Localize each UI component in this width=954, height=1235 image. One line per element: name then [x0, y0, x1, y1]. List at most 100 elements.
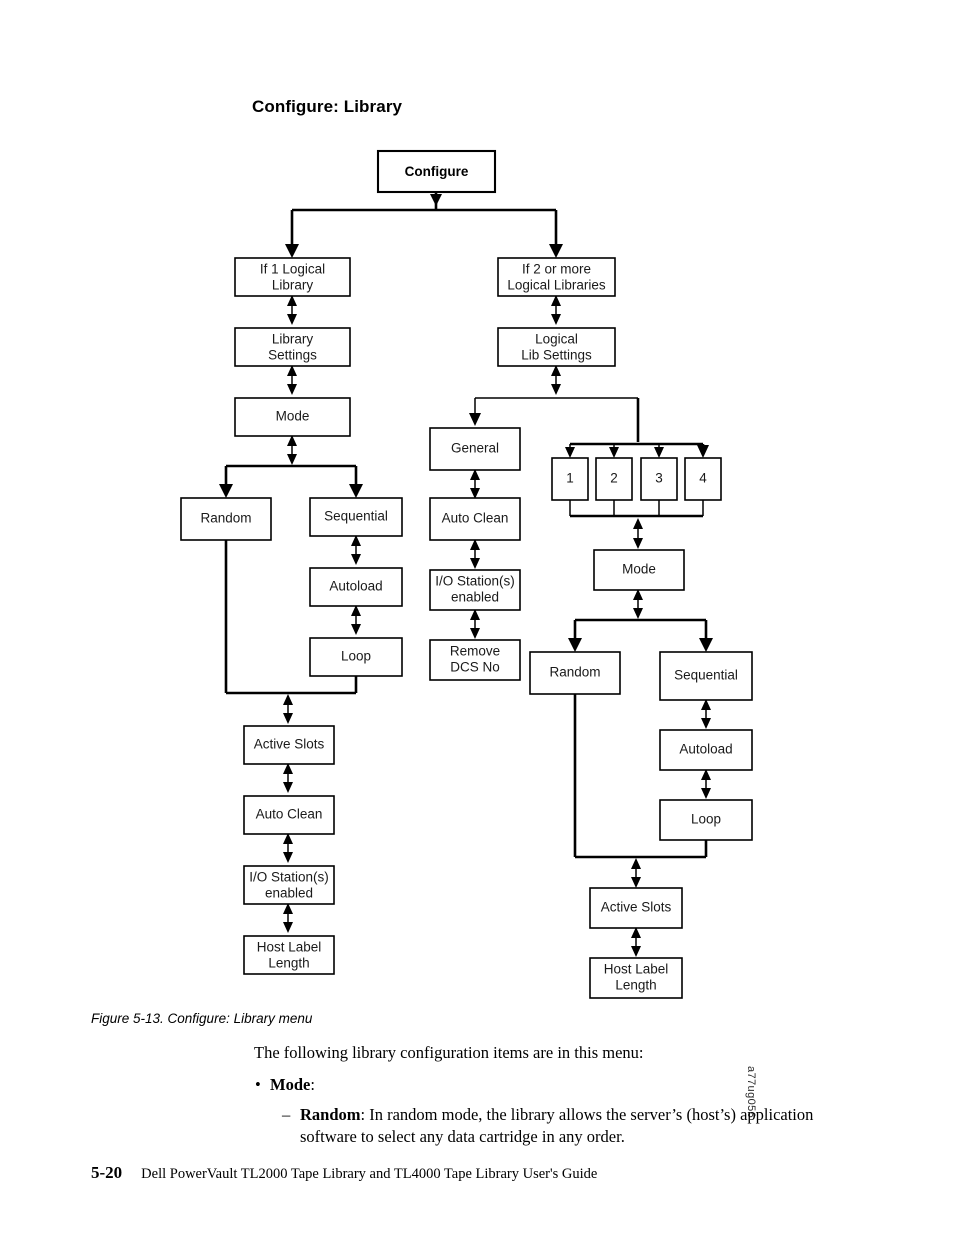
node-random-left[interactable]: Random — [180, 497, 272, 541]
arrowhead-left-1-down — [287, 314, 297, 325]
node-host-label-length-right-line1: Host Label — [604, 962, 669, 977]
arrowhead-configure-up — [430, 194, 442, 206]
node-loop-right[interactable]: Loop — [659, 799, 753, 841]
arrowhead-lib-3 — [654, 447, 664, 458]
node-mode-left[interactable]: Mode — [234, 397, 351, 437]
node-loop-left-label: Loop — [341, 649, 371, 664]
dash-marker: – — [282, 1105, 291, 1124]
node-remove-dcs-no-line2: DCS No — [450, 660, 500, 675]
node-logical-library-4[interactable]: 4 — [684, 457, 722, 501]
node-auto-clean-mid-label: Auto Clean — [442, 511, 509, 526]
figure-caption: Figure 5-13. Configure: Library menu — [91, 1011, 313, 1026]
body-intro: The following library configuration item… — [254, 1043, 644, 1062]
node-loop-right-label: Loop — [691, 812, 721, 827]
node-if-2-or-more-line2: Logical Libraries — [507, 278, 606, 293]
node-logical-library-2[interactable]: 2 — [595, 457, 633, 501]
page-footer: 5-20 Dell PowerVault TL2000 Tape Library… — [91, 1163, 597, 1183]
arrowhead-lib-2 — [609, 447, 619, 458]
arrowhead-left-active-slots-down — [283, 713, 293, 724]
node-mode-right[interactable]: Mode — [593, 549, 685, 591]
footer-document-title: Dell PowerVault TL2000 Tape Library and … — [141, 1166, 598, 1182]
node-if-2-or-more-line1: If 2 or more — [522, 262, 591, 277]
arrowhead-mid-io-down — [470, 558, 480, 569]
arrowhead-left-autoload-down — [351, 554, 361, 565]
node-remove-dcs-no-line1: Remove — [450, 644, 500, 659]
node-host-label-length-left[interactable]: Host Label Length — [243, 935, 335, 975]
node-sequential-left-label: Sequential — [324, 509, 388, 524]
list-item-mode-colon: : — [310, 1075, 315, 1094]
node-auto-clean-mid[interactable]: Auto Clean — [429, 497, 521, 541]
node-random-right-label: Random — [549, 665, 600, 680]
arrowhead-lib-4 — [697, 445, 709, 458]
arrowhead-right-sequential — [699, 638, 713, 652]
arrowhead-right-random — [568, 638, 582, 652]
list-item-random-label: Random — [300, 1105, 361, 1124]
list-item-random: – Random: In random mode, the library al… — [254, 1104, 874, 1148]
node-random-left-label: Random — [200, 511, 251, 526]
node-logical-library-3[interactable]: 3 — [640, 457, 678, 501]
bullet-marker: • — [255, 1075, 261, 1094]
arrowhead-right-merge-up — [631, 858, 641, 869]
list-item-mode-label: Mode — [270, 1075, 311, 1094]
arrowhead-right-host-down — [631, 946, 641, 957]
node-configure[interactable]: Configure — [376, 149, 497, 194]
node-io-station-mid[interactable]: I/O Station(s) enabled — [429, 569, 521, 611]
node-logical-library-3-label: 3 — [655, 471, 663, 486]
node-mode-right-label: Mode — [622, 562, 656, 577]
node-remove-dcs-no[interactable]: Remove DCS No — [429, 639, 521, 681]
arrowhead-right-autoload-down — [701, 718, 711, 729]
arrowhead-general — [469, 413, 481, 426]
node-random-right[interactable]: Random — [529, 651, 621, 695]
document-page: Configure: Library Configure If 1 Logica… — [0, 0, 954, 1235]
arrowhead-right-mode-down — [633, 538, 643, 549]
node-logical-library-4-label: 4 — [699, 471, 707, 486]
list-item-random-text-cont: software to select any data cartridge in… — [300, 1127, 625, 1146]
list-item-random-text: : In random mode, the library allows the… — [360, 1105, 814, 1124]
node-logical-library-2-label: 2 — [610, 471, 618, 486]
node-general[interactable]: General — [429, 427, 521, 471]
node-active-slots-left[interactable]: Active Slots — [243, 725, 335, 765]
configure-library-flowchart: Configure If 1 Logical Library If 2 or m… — [0, 130, 954, 1118]
node-host-label-length-right[interactable]: Host Label Length — [589, 957, 683, 999]
node-library-settings[interactable]: Library Settings — [234, 327, 351, 367]
node-active-slots-left-label: Active Slots — [254, 737, 325, 752]
node-io-station-left-line1: I/O Station(s) — [249, 870, 329, 885]
node-io-station-left[interactable]: I/O Station(s) enabled — [243, 865, 335, 905]
node-logical-lib-settings-line2: Lib Settings — [521, 348, 592, 363]
node-logical-lib-settings[interactable]: Logical Lib Settings — [497, 327, 616, 367]
node-if-2-or-more-logical-libraries[interactable]: If 2 or more Logical Libraries — [497, 257, 616, 297]
arrowhead-mid-remove-down — [470, 628, 480, 639]
node-library-settings-line2: Settings — [268, 348, 317, 363]
arrowhead-left-random — [219, 484, 233, 498]
node-active-slots-right[interactable]: Active Slots — [589, 887, 683, 929]
footer-page-number: 5-20 — [91, 1163, 123, 1182]
arrowhead-right-active-slots-down — [631, 877, 641, 888]
node-loop-left[interactable]: Loop — [309, 637, 403, 677]
node-logical-library-1[interactable]: 1 — [551, 457, 589, 501]
arrowhead-lib-1 — [565, 447, 575, 458]
node-autoload-left-label: Autoload — [329, 579, 382, 594]
node-if-1-logical-library[interactable]: If 1 Logical Library — [234, 257, 351, 297]
arrowhead-left-2-down — [287, 384, 297, 395]
node-io-station-mid-line1: I/O Station(s) — [435, 574, 515, 589]
node-auto-clean-left-label: Auto Clean — [256, 807, 323, 822]
node-autoload-right[interactable]: Autoload — [659, 729, 753, 771]
node-sequential-right[interactable]: Sequential — [659, 651, 753, 701]
node-io-station-left-line2: enabled — [265, 886, 313, 901]
node-io-station-mid-line2: enabled — [451, 590, 499, 605]
arrowhead-left-autoclean-down — [283, 782, 293, 793]
node-auto-clean-left[interactable]: Auto Clean — [243, 795, 335, 835]
arrowhead-right-loop-down — [701, 788, 711, 799]
arrowhead-left-loop-down — [351, 624, 361, 635]
arrowhead-left-mode-down — [287, 454, 297, 465]
node-logical-library-1-label: 1 — [566, 471, 574, 486]
arrowhead-right-settings-down — [551, 384, 561, 395]
node-logical-lib-settings-line1: Logical — [535, 332, 578, 347]
node-autoload-left[interactable]: Autoload — [309, 567, 403, 607]
node-host-label-length-right-line2: Length — [615, 978, 656, 993]
arrowhead-if-one-logical — [285, 244, 299, 258]
node-sequential-left[interactable]: Sequential — [309, 497, 403, 537]
node-host-label-length-left-line1: Host Label — [257, 940, 322, 955]
node-sequential-right-label: Sequential — [674, 668, 738, 683]
arrowhead-if-two-or-more — [549, 244, 563, 258]
